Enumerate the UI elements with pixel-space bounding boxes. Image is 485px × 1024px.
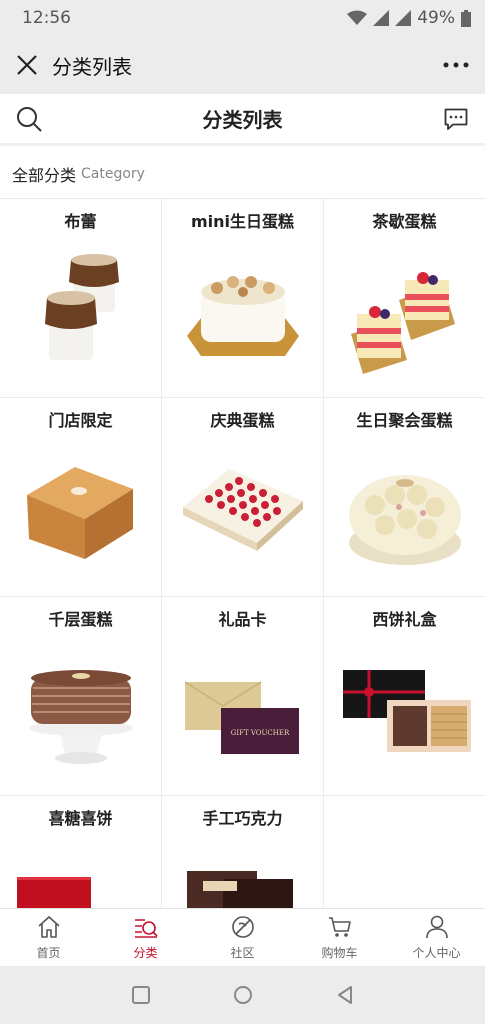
window-title: 分类列表 — [52, 54, 132, 79]
celebration-cake-image — [183, 469, 303, 551]
mini-program-title-bar: 分类列表 — [0, 36, 485, 94]
tab-profile-label: 个人中心 — [412, 946, 461, 960]
cookie-box-image — [343, 670, 471, 752]
signal-icon-2 — [395, 10, 412, 26]
category-name: 茶歇蛋糕 — [372, 212, 437, 231]
category-name: mini生日蛋糕 — [190, 212, 295, 231]
search-icon[interactable] — [16, 106, 42, 132]
category-name: 手工巧克力 — [202, 809, 283, 828]
battery-percent: 49% — [417, 8, 455, 28]
category-header: 全部分类 Category — [0, 149, 485, 199]
crepe-cake-image — [29, 670, 133, 764]
category-name: 西饼礼盒 — [372, 610, 437, 629]
wifi-icon — [347, 10, 368, 25]
home-icon — [37, 916, 60, 938]
tab-category[interactable]: 分类 — [97, 909, 194, 966]
system-nav-bar — [0, 966, 485, 1024]
category-name: 喜糖喜饼 — [48, 809, 113, 828]
category-name: 门店限定 — [48, 411, 113, 430]
category-header-en: Category — [81, 165, 145, 182]
status-time: 12:56 — [22, 8, 71, 28]
category-item[interactable]: 手工巧克力 — [162, 796, 324, 908]
category-name: 生日聚会蛋糕 — [356, 411, 453, 430]
tea-cake-image — [351, 272, 455, 374]
message-icon[interactable] — [444, 107, 468, 131]
tab-community-label: 社区 — [230, 946, 255, 960]
store-limited-cake-image — [27, 467, 133, 559]
tab-category-label: 分类 — [133, 946, 158, 960]
tab-profile[interactable]: 个人中心 — [388, 909, 485, 966]
back-icon[interactable] — [334, 984, 356, 1006]
tab-community[interactable]: 社区 — [194, 909, 291, 966]
signal-icon — [373, 10, 390, 26]
wedding-candy-image — [17, 877, 91, 908]
cart-icon — [328, 917, 351, 937]
category-item[interactable]: 庆典蛋糕 — [162, 398, 324, 597]
profile-icon — [425, 915, 448, 939]
home-button-icon[interactable] — [232, 984, 254, 1006]
tab-cart[interactable]: 购物车 — [291, 909, 388, 966]
pudding-image — [45, 254, 119, 360]
category-name: 千层蛋糕 — [48, 610, 113, 629]
category-grid: 布蕾 mini生日蛋糕 茶歇蛋糕 门店限定 庆典蛋糕 生日聚会蛋糕 千层蛋糕 礼… — [0, 199, 485, 908]
community-icon — [231, 916, 254, 938]
page-header: 分类列表 — [0, 94, 485, 146]
category-item[interactable]: 门店限定 — [0, 398, 162, 597]
empty-cell — [324, 796, 485, 908]
category-item[interactable]: 千层蛋糕 — [0, 597, 162, 796]
category-icon — [134, 919, 158, 938]
close-icon[interactable] — [16, 54, 38, 76]
battery-icon — [461, 9, 471, 27]
more-options-icon[interactable] — [443, 60, 469, 70]
category-name: 布蕾 — [64, 212, 97, 231]
tab-cart-label: 购物车 — [321, 946, 358, 960]
status-icons: 49% — [347, 8, 471, 28]
tab-home-label: 首页 — [36, 946, 61, 960]
category-header-zh: 全部分类 — [12, 165, 77, 185]
category-item[interactable]: 喜糖喜饼 — [0, 796, 162, 908]
category-item[interactable]: 生日聚会蛋糕 — [324, 398, 485, 597]
status-bar: 12:56 49% — [0, 0, 485, 36]
category-item[interactable]: 布蕾 — [0, 199, 162, 398]
category-item[interactable]: mini生日蛋糕 — [162, 199, 324, 398]
recent-apps-icon[interactable] — [130, 984, 152, 1006]
category-item[interactable]: 茶歇蛋糕 — [324, 199, 485, 398]
category-name: 礼品卡 — [218, 610, 267, 629]
gift-card-image: GIFT VOUCHER — [184, 681, 299, 754]
mini-cake-image — [187, 276, 299, 356]
chocolate-box-image — [187, 871, 293, 908]
party-cake-image — [349, 475, 461, 565]
tab-home[interactable]: 首页 — [0, 909, 97, 966]
category-item[interactable]: 礼品卡 GIFT VOUCHER — [162, 597, 324, 796]
page-title: 分类列表 — [202, 108, 283, 132]
category-name: 庆典蛋糕 — [210, 411, 275, 430]
bottom-tab-bar: 首页 分类 社区 购物车 个人中心 — [0, 908, 485, 966]
gift-voucher-text: GIFT VOUCHER — [231, 729, 290, 737]
category-item[interactable]: 西饼礼盒 — [324, 597, 485, 796]
